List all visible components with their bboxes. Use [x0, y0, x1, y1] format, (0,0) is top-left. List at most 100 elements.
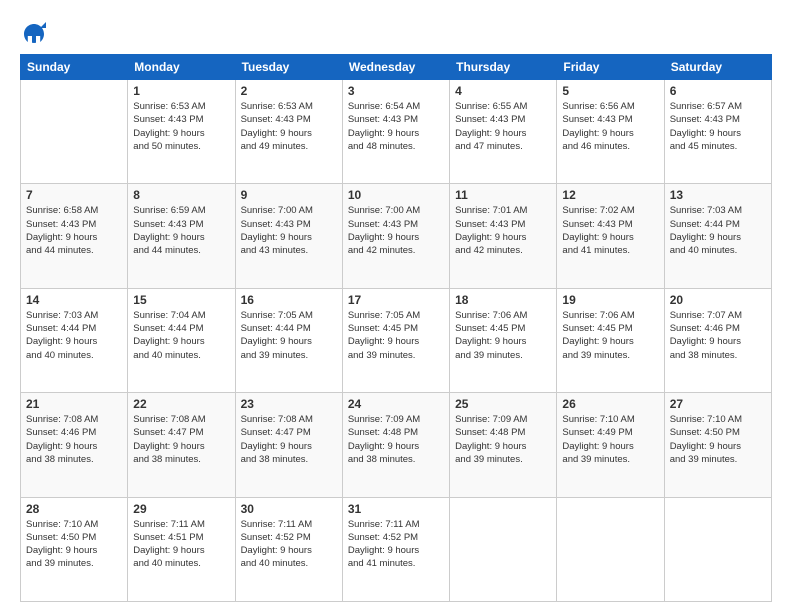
day-info: Sunrise: 6:53 AMSunset: 4:43 PMDaylight:… — [133, 100, 229, 153]
day-number: 29 — [133, 502, 229, 516]
calendar-cell: 27 Sunrise: 7:10 AMSunset: 4:50 PMDayligh… — [664, 393, 771, 497]
calendar-cell: 25 Sunrise: 7:09 AMSunset: 4:48 PMDayligh… — [450, 393, 557, 497]
day-info: Sunrise: 6:56 AMSunset: 4:43 PMDaylight:… — [562, 100, 658, 153]
calendar-cell: 22 Sunrise: 7:08 AMSunset: 4:47 PMDayligh… — [128, 393, 235, 497]
day-number: 11 — [455, 188, 551, 202]
day-info: Sunrise: 7:05 AMSunset: 4:44 PMDaylight:… — [241, 309, 337, 362]
calendar-cell: 30 Sunrise: 7:11 AMSunset: 4:52 PMDayligh… — [235, 497, 342, 601]
calendar-cell: 23 Sunrise: 7:08 AMSunset: 4:47 PMDayligh… — [235, 393, 342, 497]
calendar-cell — [450, 497, 557, 601]
weekday-header-saturday: Saturday — [664, 55, 771, 80]
day-info: Sunrise: 7:08 AMSunset: 4:47 PMDaylight:… — [133, 413, 229, 466]
weekday-header-wednesday: Wednesday — [342, 55, 449, 80]
calendar-cell: 11Sunrise: 7:01 AMSunset: 4:43 PMDayligh… — [450, 184, 557, 288]
logo-icon — [20, 20, 48, 48]
weekday-header-sunday: Sunday — [21, 55, 128, 80]
day-number: 23 — [241, 397, 337, 411]
weekday-header-thursday: Thursday — [450, 55, 557, 80]
day-info: Sunrise: 7:09 AMSunset: 4:48 PMDaylight:… — [455, 413, 551, 466]
calendar-cell: 31 Sunrise: 7:11 AMSunset: 4:52 PMDayligh… — [342, 497, 449, 601]
day-number: 15 — [133, 293, 229, 307]
calendar-cell: 15 Sunrise: 7:04 AMSunset: 4:44 PMDayligh… — [128, 288, 235, 392]
week-row-5: 28 Sunrise: 7:10 AMSunset: 4:50 PMDayligh… — [21, 497, 772, 601]
day-number: 1 — [133, 84, 229, 98]
calendar-cell: 18 Sunrise: 7:06 AMSunset: 4:45 PMDayligh… — [450, 288, 557, 392]
day-info: Sunrise: 7:04 AMSunset: 4:44 PMDaylight:… — [133, 309, 229, 362]
calendar-cell: 8Sunrise: 6:59 AMSunset: 4:43 PMDaylight… — [128, 184, 235, 288]
weekday-header-row: SundayMondayTuesdayWednesdayThursdayFrid… — [21, 55, 772, 80]
calendar-cell: 21 Sunrise: 7:08 AMSunset: 4:46 PMDayligh… — [21, 393, 128, 497]
logo — [20, 20, 52, 48]
calendar-cell: 28 Sunrise: 7:10 AMSunset: 4:50 PMDayligh… — [21, 497, 128, 601]
day-info: Sunrise: 7:10 AMSunset: 4:49 PMDaylight:… — [562, 413, 658, 466]
day-number: 18 — [455, 293, 551, 307]
day-info: Sunrise: 7:08 AMSunset: 4:46 PMDaylight:… — [26, 413, 122, 466]
calendar-cell: 9Sunrise: 7:00 AMSunset: 4:43 PMDaylight… — [235, 184, 342, 288]
weekday-header-tuesday: Tuesday — [235, 55, 342, 80]
calendar-cell: 14 Sunrise: 7:03 AMSunset: 4:44 PMDayligh… — [21, 288, 128, 392]
day-number: 17 — [348, 293, 444, 307]
calendar-cell: 24Sunrise: 7:09 AMSunset: 4:48 PMDayligh… — [342, 393, 449, 497]
calendar-cell: 1 Sunrise: 6:53 AMSunset: 4:43 PMDaylight… — [128, 80, 235, 184]
day-info: Sunrise: 7:11 AMSunset: 4:51 PMDaylight:… — [133, 518, 229, 571]
week-row-3: 14 Sunrise: 7:03 AMSunset: 4:44 PMDayligh… — [21, 288, 772, 392]
day-info: Sunrise: 6:55 AMSunset: 4:43 PMDaylight:… — [455, 100, 551, 153]
weekday-header-monday: Monday — [128, 55, 235, 80]
calendar-cell: 19 Sunrise: 7:06 AMSunset: 4:45 PMDayligh… — [557, 288, 664, 392]
day-info: Sunrise: 7:10 AMSunset: 4:50 PMDaylight:… — [670, 413, 766, 466]
day-number: 20 — [670, 293, 766, 307]
day-info: Sunrise: 7:06 AMSunset: 4:45 PMDaylight:… — [562, 309, 658, 362]
day-number: 4 — [455, 84, 551, 98]
day-number: 21 — [26, 397, 122, 411]
weekday-header-friday: Friday — [557, 55, 664, 80]
calendar-cell — [21, 80, 128, 184]
day-info: Sunrise: 7:10 AMSunset: 4:50 PMDaylight:… — [26, 518, 122, 571]
calendar-cell: 12 Sunrise: 7:02 AMSunset: 4:43 PMDayligh… — [557, 184, 664, 288]
calendar-cell: 10 Sunrise: 7:00 AMSunset: 4:43 PMDayligh… — [342, 184, 449, 288]
calendar-cell: 4 Sunrise: 6:55 AMSunset: 4:43 PMDaylight… — [450, 80, 557, 184]
day-number: 14 — [26, 293, 122, 307]
day-number: 12 — [562, 188, 658, 202]
day-number: 27 — [670, 397, 766, 411]
header — [20, 16, 772, 48]
day-info: Sunrise: 7:00 AMSunset: 4:43 PMDaylight:… — [348, 204, 444, 257]
day-number: 13 — [670, 188, 766, 202]
day-number: 25 — [455, 397, 551, 411]
day-number: 31 — [348, 502, 444, 516]
calendar-cell: 13 Sunrise: 7:03 AMSunset: 4:44 PMDayligh… — [664, 184, 771, 288]
day-info: Sunrise: 6:58 AMSunset: 4:43 PMDaylight:… — [26, 204, 122, 257]
calendar-cell: 29 Sunrise: 7:11 AMSunset: 4:51 PMDayligh… — [128, 497, 235, 601]
calendar-cell — [664, 497, 771, 601]
day-info: Sunrise: 6:54 AMSunset: 4:43 PMDaylight:… — [348, 100, 444, 153]
day-info: Sunrise: 7:11 AMSunset: 4:52 PMDaylight:… — [348, 518, 444, 571]
day-number: 28 — [26, 502, 122, 516]
day-number: 6 — [670, 84, 766, 98]
day-number: 7 — [26, 188, 122, 202]
calendar-cell: 16 Sunrise: 7:05 AMSunset: 4:44 PMDayligh… — [235, 288, 342, 392]
day-info: Sunrise: 7:03 AMSunset: 4:44 PMDaylight:… — [670, 204, 766, 257]
week-row-2: 7 Sunrise: 6:58 AMSunset: 4:43 PMDaylight… — [21, 184, 772, 288]
day-number: 24 — [348, 397, 444, 411]
day-info: Sunrise: 7:03 AMSunset: 4:44 PMDaylight:… — [26, 309, 122, 362]
day-info: Sunrise: 7:08 AMSunset: 4:47 PMDaylight:… — [241, 413, 337, 466]
calendar-cell: 17 Sunrise: 7:05 AMSunset: 4:45 PMDayligh… — [342, 288, 449, 392]
day-info: Sunrise: 7:11 AMSunset: 4:52 PMDaylight:… — [241, 518, 337, 571]
day-number: 16 — [241, 293, 337, 307]
calendar-cell — [557, 497, 664, 601]
calendar-table: SundayMondayTuesdayWednesdayThursdayFrid… — [20, 54, 772, 602]
day-number: 3 — [348, 84, 444, 98]
calendar-cell: 5Sunrise: 6:56 AMSunset: 4:43 PMDaylight… — [557, 80, 664, 184]
week-row-4: 21 Sunrise: 7:08 AMSunset: 4:46 PMDayligh… — [21, 393, 772, 497]
calendar-cell: 3 Sunrise: 6:54 AMSunset: 4:43 PMDaylight… — [342, 80, 449, 184]
calendar-cell: 20Sunrise: 7:07 AMSunset: 4:46 PMDayligh… — [664, 288, 771, 392]
day-number: 30 — [241, 502, 337, 516]
calendar-cell: 6Sunrise: 6:57 AMSunset: 4:43 PMDaylight… — [664, 80, 771, 184]
day-number: 9 — [241, 188, 337, 202]
day-number: 22 — [133, 397, 229, 411]
day-number: 10 — [348, 188, 444, 202]
day-info: Sunrise: 7:05 AMSunset: 4:45 PMDaylight:… — [348, 309, 444, 362]
day-info: Sunrise: 7:06 AMSunset: 4:45 PMDaylight:… — [455, 309, 551, 362]
page: SundayMondayTuesdayWednesdayThursdayFrid… — [0, 0, 792, 612]
day-number: 19 — [562, 293, 658, 307]
day-info: Sunrise: 7:02 AMSunset: 4:43 PMDaylight:… — [562, 204, 658, 257]
